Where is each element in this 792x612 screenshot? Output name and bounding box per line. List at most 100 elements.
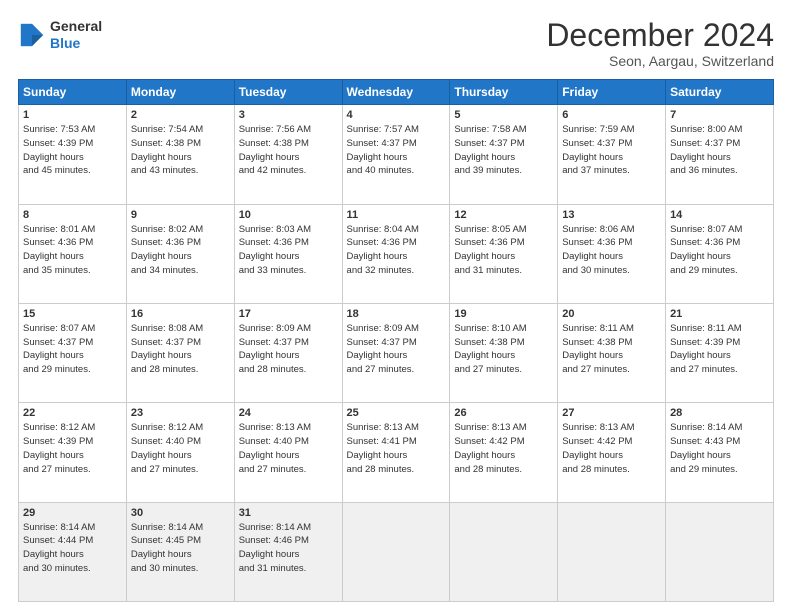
col-monday: Monday [126,80,234,105]
day-number: 2 [131,109,230,121]
day-info: Sunrise: 8:14 AMSunset: 4:45 PMDaylight … [131,521,230,576]
day-number: 30 [131,507,230,519]
day-info: Sunrise: 7:54 AMSunset: 4:38 PMDaylight … [131,123,230,178]
calendar-cell [666,502,774,601]
day-number: 6 [562,109,661,121]
calendar-cell: 30 Sunrise: 8:14 AMSunset: 4:45 PMDayligh… [126,502,234,601]
day-number: 20 [562,308,661,320]
day-info: Sunrise: 8:01 AMSunset: 4:36 PMDaylight … [23,223,122,278]
calendar-cell: 19 Sunrise: 8:10 AMSunset: 4:38 PMDayligh… [450,303,558,402]
calendar-cell: 16 Sunrise: 8:08 AMSunset: 4:37 PMDayligh… [126,303,234,402]
calendar-cell [558,502,666,601]
calendar-cell: 23 Sunrise: 8:12 AMSunset: 4:40 PMDayligh… [126,403,234,502]
day-number: 23 [131,407,230,419]
day-number: 19 [454,308,553,320]
day-info: Sunrise: 8:06 AMSunset: 4:36 PMDaylight … [562,223,661,278]
day-info: Sunrise: 8:13 AMSunset: 4:41 PMDaylight … [347,421,446,476]
day-number: 27 [562,407,661,419]
calendar-cell: 26 Sunrise: 8:13 AMSunset: 4:42 PMDayligh… [450,403,558,502]
logo-icon [18,21,46,49]
calendar-cell: 14 Sunrise: 8:07 AMSunset: 4:36 PMDayligh… [666,204,774,303]
calendar-cell: 13 Sunrise: 8:06 AMSunset: 4:36 PMDayligh… [558,204,666,303]
day-number: 12 [454,209,553,221]
calendar-cell: 24 Sunrise: 8:13 AMSunset: 4:40 PMDayligh… [234,403,342,502]
calendar-cell: 7Sunrise: 8:00 AMSunset: 4:37 PMDaylight… [666,105,774,204]
day-info: Sunrise: 8:14 AMSunset: 4:44 PMDaylight … [23,521,122,576]
day-info: Sunrise: 8:10 AMSunset: 4:38 PMDaylight … [454,322,553,377]
day-info: Sunrise: 8:09 AMSunset: 4:37 PMDaylight … [239,322,338,377]
day-info: Sunrise: 8:13 AMSunset: 4:40 PMDaylight … [239,421,338,476]
day-info: Sunrise: 8:12 AMSunset: 4:39 PMDaylight … [23,421,122,476]
calendar-cell [342,502,450,601]
day-number: 11 [347,209,446,221]
col-sunday: Sunday [19,80,127,105]
calendar-header-row: Sunday Monday Tuesday Wednesday Thursday… [19,80,774,105]
calendar-week-5: 29 Sunrise: 8:14 AMSunset: 4:44 PMDayligh… [19,502,774,601]
day-number: 26 [454,407,553,419]
calendar-cell: 10 Sunrise: 8:03 AMSunset: 4:36 PMDayligh… [234,204,342,303]
day-number: 24 [239,407,338,419]
day-number: 25 [347,407,446,419]
calendar-cell: 4 Sunrise: 7:57 AMSunset: 4:37 PMDaylight… [342,105,450,204]
calendar-cell: 12 Sunrise: 8:05 AMSunset: 4:36 PMDayligh… [450,204,558,303]
page: General Blue December 2024 Seon, Aargau,… [0,0,792,612]
day-number: 18 [347,308,446,320]
day-number: 13 [562,209,661,221]
calendar-cell: 21 Sunrise: 8:11 AMSunset: 4:39 PMDayligh… [666,303,774,402]
day-number: 10 [239,209,338,221]
day-number: 15 [23,308,122,320]
calendar-cell: 3 Sunrise: 7:56 AMSunset: 4:38 PMDaylight… [234,105,342,204]
day-number: 3 [239,109,338,121]
day-info: Sunrise: 8:05 AMSunset: 4:36 PMDaylight … [454,223,553,278]
calendar-cell: 22Sunrise: 8:12 AMSunset: 4:39 PMDayligh… [19,403,127,502]
calendar-cell: 15 Sunrise: 8:07 AMSunset: 4:37 PMDayligh… [19,303,127,402]
day-info: Sunrise: 8:11 AMSunset: 4:38 PMDaylight … [562,322,661,377]
day-info: Sunrise: 8:14 AMSunset: 4:43 PMDaylight … [670,421,769,476]
day-info: Sunrise: 7:53 AMSunset: 4:39 PMDaylight … [23,123,122,178]
day-number: 8 [23,209,122,221]
day-info: Sunrise: 8:13 AMSunset: 4:42 PMDaylight … [454,421,553,476]
calendar-table: Sunday Monday Tuesday Wednesday Thursday… [18,79,774,602]
logo-text: General Blue [50,18,102,52]
day-number: 14 [670,209,769,221]
logo-general: General [50,18,102,35]
calendar-cell: 31Sunrise: 8:14 AMSunset: 4:46 PMDayligh… [234,502,342,601]
calendar-cell: 27 Sunrise: 8:13 AMSunset: 4:42 PMDayligh… [558,403,666,502]
day-info: Sunrise: 8:12 AMSunset: 4:40 PMDaylight … [131,421,230,476]
day-info: Sunrise: 8:03 AMSunset: 4:36 PMDaylight … [239,223,338,278]
day-number: 21 [670,308,769,320]
day-number: 16 [131,308,230,320]
calendar-cell: 25 Sunrise: 8:13 AMSunset: 4:41 PMDayligh… [342,403,450,502]
calendar-week-4: 22Sunrise: 8:12 AMSunset: 4:39 PMDayligh… [19,403,774,502]
day-info: Sunrise: 8:13 AMSunset: 4:42 PMDaylight … [562,421,661,476]
calendar-cell: 18Sunrise: 8:09 AMSunset: 4:37 PMDayligh… [342,303,450,402]
title-block: December 2024 Seon, Aargau, Switzerland [546,18,774,69]
day-number: 5 [454,109,553,121]
calendar-cell: 11Sunrise: 8:04 AMSunset: 4:36 PMDayligh… [342,204,450,303]
day-number: 29 [23,507,122,519]
col-wednesday: Wednesday [342,80,450,105]
calendar-cell: 17 Sunrise: 8:09 AMSunset: 4:37 PMDayligh… [234,303,342,402]
calendar-week-1: 1 Sunrise: 7:53 AMSunset: 4:39 PMDaylight… [19,105,774,204]
day-info: Sunrise: 8:11 AMSunset: 4:39 PMDaylight … [670,322,769,377]
day-number: 17 [239,308,338,320]
logo: General Blue [18,18,102,52]
calendar-cell: 5Sunrise: 7:58 AMSunset: 4:37 PMDaylight… [450,105,558,204]
day-number: 1 [23,109,122,121]
day-info: Sunrise: 8:08 AMSunset: 4:37 PMDaylight … [131,322,230,377]
day-info: Sunrise: 7:56 AMSunset: 4:38 PMDaylight … [239,123,338,178]
calendar-cell: 9Sunrise: 8:02 AMSunset: 4:36 PMDaylight… [126,204,234,303]
day-number: 31 [239,507,338,519]
day-info: Sunrise: 8:07 AMSunset: 4:37 PMDaylight … [23,322,122,377]
col-tuesday: Tuesday [234,80,342,105]
day-info: Sunrise: 7:57 AMSunset: 4:37 PMDaylight … [347,123,446,178]
calendar-cell: 6 Sunrise: 7:59 AMSunset: 4:37 PMDaylight… [558,105,666,204]
calendar-cell: 1 Sunrise: 7:53 AMSunset: 4:39 PMDaylight… [19,105,127,204]
day-info: Sunrise: 8:02 AMSunset: 4:36 PMDaylight … [131,223,230,278]
day-info: Sunrise: 8:07 AMSunset: 4:36 PMDaylight … [670,223,769,278]
day-number: 28 [670,407,769,419]
col-friday: Friday [558,80,666,105]
day-info: Sunrise: 7:59 AMSunset: 4:37 PMDaylight … [562,123,661,178]
day-number: 4 [347,109,446,121]
col-thursday: Thursday [450,80,558,105]
